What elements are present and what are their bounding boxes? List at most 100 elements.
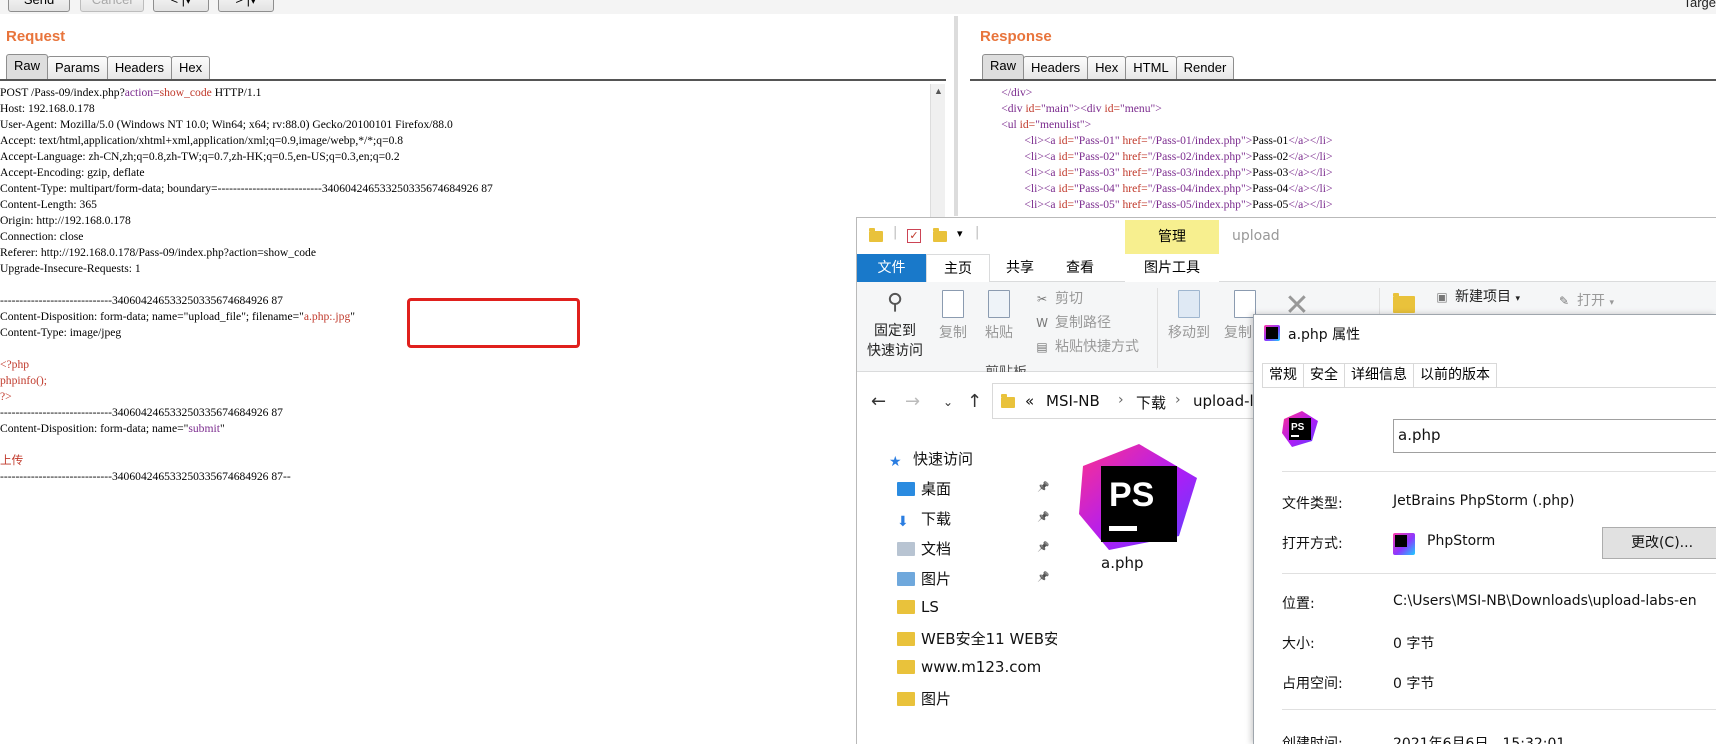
request-tab-raw[interactable]: Raw <box>6 54 49 80</box>
copy-path-label: 复制路径 <box>1055 315 1111 331</box>
folder-icon <box>897 600 915 614</box>
pin-icon[interactable]: 📌 <box>1037 572 1049 583</box>
file-name-label[interactable]: a.php <box>1101 554 1144 572</box>
properties-title: a.php 属性 <box>1288 327 1361 343</box>
request-tabs: Raw Params Headers Hex <box>6 54 211 80</box>
move-to-button[interactable]: 移动到 <box>1163 290 1215 342</box>
response-tab-headers[interactable]: Headers <box>1023 56 1089 80</box>
pin-to-quick-access-button[interactable]: ⚲ 固定到 快速访问 <box>865 290 925 360</box>
breadcrumb-chevron-icon[interactable]: › <box>1175 392 1181 408</box>
tab-view[interactable]: 查看 <box>1057 254 1103 282</box>
pin-label-2: 快速访问 <box>867 343 923 359</box>
properties-check-icon[interactable]: ✓ <box>907 229 921 243</box>
move-to-label: 移动到 <box>1168 325 1210 341</box>
request-tab-hex[interactable]: Hex <box>170 56 211 80</box>
document-icon <box>897 542 915 556</box>
tab-image-tools[interactable]: 图片工具 <box>1125 254 1219 282</box>
breadcrumb-chevron-icon[interactable]: › <box>1118 392 1124 408</box>
tab-share[interactable]: 共享 <box>997 254 1043 282</box>
nav-item[interactable]: 文档 <box>897 538 951 566</box>
history-back-button[interactable]: < |▾ <box>153 0 209 12</box>
star-icon: ★ <box>889 454 902 470</box>
open-icon: ✎ <box>1558 294 1570 308</box>
breadcrumb-overflow[interactable]: « <box>1025 392 1034 410</box>
request-line: 上传 <box>0 454 24 467</box>
separator <box>1282 471 1716 472</box>
pin-label-1: 固定到 <box>874 323 916 339</box>
properties-tab-安全[interactable]: 安全 <box>1303 363 1345 387</box>
request-tab-params[interactable]: Params <box>47 56 108 80</box>
request-line: Origin: http://192.168.0.178 <box>0 214 131 227</box>
recent-locations-chevron-icon[interactable]: ⌄ <box>943 395 953 409</box>
properties-dialog: a.php 属性 常规 安全 详细信息 以前的版本 PS a.php 文件类型: Je… <box>1253 314 1716 744</box>
response-line: <li><a id="Pass-05" href="/Pass-05/index… <box>1024 198 1333 211</box>
nav-item[interactable]: ⬇ 下载 <box>897 508 951 536</box>
nav-item[interactable]: www.m123.com <box>897 658 1041 686</box>
manage-context-tab[interactable]: 管理 <box>1125 220 1219 254</box>
request-tab-headers[interactable]: Headers <box>106 56 172 80</box>
new-folder-icon[interactable] <box>1393 293 1415 313</box>
copy-path-button[interactable]: W 复制路径 <box>1035 312 1111 332</box>
paste-shortcut-button[interactable]: ▤ 粘贴快捷方式 <box>1035 336 1139 356</box>
scissors-icon: ✂ <box>1036 292 1048 306</box>
request-editor[interactable]: POST /Pass-09/index.php?action=show_code… <box>0 85 928 505</box>
panel-divider[interactable] <box>954 16 958 216</box>
ps-logo-text: PS <box>1291 422 1305 433</box>
request-line: -----------------------------34060424653… <box>0 470 291 483</box>
file-name-field[interactable]: a.php <box>1393 419 1716 453</box>
response-tab-hex[interactable]: Hex <box>1087 56 1127 80</box>
request-line: Connection: close <box>0 230 84 243</box>
back-arrow-icon[interactable]: ← <box>871 391 886 412</box>
nav-item-label: 下载 <box>921 510 952 528</box>
response-tab-html[interactable]: HTML <box>1125 56 1177 80</box>
qat-dropdown-icon[interactable]: ▾ <box>957 227 963 240</box>
properties-tab-详细信息[interactable]: 详细信息 <box>1344 363 1414 387</box>
folder-icon <box>897 632 915 646</box>
properties-tab-常规[interactable]: 常规 <box>1262 363 1304 387</box>
nav-item[interactable]: WEB安全11 WEB安 <box>897 628 1059 656</box>
nav-item[interactable]: 图片 <box>897 688 951 716</box>
request-line: POST /Pass-09/index.php?action=show_code… <box>0 86 262 99</box>
up-arrow-icon[interactable]: ↑ <box>967 391 982 412</box>
nav-item[interactable]: LS <box>897 598 939 626</box>
copy-button[interactable]: 复制 <box>933 290 973 342</box>
request-scrollbar[interactable]: ▲ <box>930 84 945 224</box>
size-on-disk-value: 0 字节 <box>1393 676 1435 692</box>
nav-item[interactable]: 桌面 <box>897 478 951 506</box>
nav-item-label: 文档 <box>921 540 952 558</box>
request-line: Upgrade-Insecure-Requests: 1 <box>0 262 141 275</box>
pin-icon[interactable]: 📌 <box>1037 542 1049 553</box>
response-tab-raw[interactable]: Raw <box>982 54 1025 80</box>
cut-button[interactable]: ✂ 剪切 <box>1035 288 1083 308</box>
nav-item[interactable]: ★ 快速访问 <box>889 448 973 476</box>
new-item-button[interactable]: ▣ 新建项目 ▾ <box>1435 286 1520 306</box>
breadcrumb-downloads[interactable]: 下载 <box>1136 392 1166 413</box>
request-tab-rule <box>0 79 946 81</box>
properties-tab-以前的版本[interactable]: 以前的版本 <box>1413 363 1497 387</box>
scroll-up-icon[interactable]: ▲ <box>931 84 946 98</box>
response-tab-render[interactable]: Render <box>1175 56 1235 80</box>
target-label[interactable]: Targe <box>1683 0 1716 10</box>
history-forward-button[interactable]: > |▾ <box>218 0 274 12</box>
tab-home[interactable]: 主页 <box>926 254 990 283</box>
nav-item[interactable]: 图片 <box>897 568 951 596</box>
new-item-label: 新建项目 <box>1455 289 1511 305</box>
forward-arrow-icon[interactable]: → <box>905 391 920 412</box>
nav-item-label: LS <box>921 598 939 616</box>
breadcrumb-msi-nb[interactable]: MSI-NB <box>1046 392 1100 410</box>
properties-titlebar[interactable]: a.php 属性 <box>1254 315 1716 351</box>
open-button[interactable]: ✎ 打开 ▾ <box>1557 290 1614 310</box>
phpstorm-file-icon[interactable]: PS <box>1079 444 1199 550</box>
send-button[interactable]: Send <box>8 0 70 12</box>
pin-icon[interactable]: 📌 <box>1037 512 1049 523</box>
tab-file[interactable]: 文件 <box>857 254 926 282</box>
size-label: 大小: <box>1282 636 1315 652</box>
new-folder-icon[interactable] <box>933 228 947 242</box>
cancel-button[interactable]: Cancel <box>80 0 144 12</box>
paste-button[interactable]: 粘贴 <box>979 290 1019 342</box>
change-button[interactable]: 更改(C)... <box>1602 527 1716 559</box>
pin-icon[interactable]: 📌 <box>1037 482 1049 493</box>
response-line: <li><a id="Pass-01" href="/Pass-01/index… <box>1024 134 1333 147</box>
request-line: Content-Length: 365 <box>0 198 97 211</box>
response-editor[interactable]: </div> <div id="main"><div id="menu"> <u… <box>978 85 1716 217</box>
